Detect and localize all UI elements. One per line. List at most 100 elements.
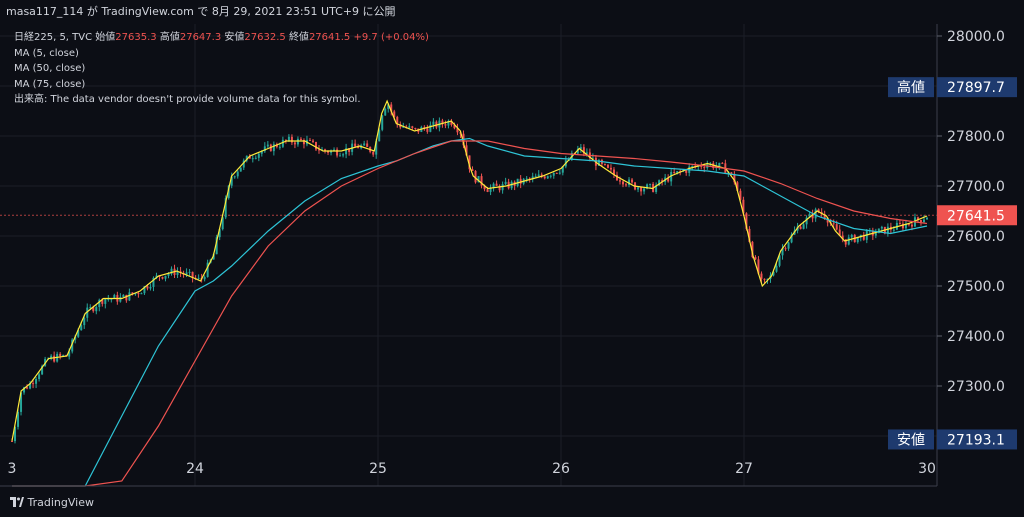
x-tick-label: 3 bbox=[8, 461, 17, 477]
candle-body bbox=[703, 167, 706, 169]
candle-body bbox=[444, 124, 447, 126]
candle-body bbox=[119, 297, 122, 302]
candle-body bbox=[799, 226, 802, 229]
open-value: 27635.3 bbox=[115, 32, 157, 43]
candle-body bbox=[492, 183, 495, 188]
candle-body bbox=[649, 183, 652, 185]
candle-body bbox=[802, 224, 805, 229]
y-tick-label: 27600.0 bbox=[947, 229, 1005, 245]
candle-body bbox=[104, 299, 107, 304]
x-tick-label: 26 bbox=[552, 461, 570, 477]
candle-body bbox=[643, 188, 646, 192]
candle-body bbox=[257, 153, 260, 158]
candle-body bbox=[293, 142, 296, 145]
candle-body bbox=[504, 181, 507, 185]
candle-body bbox=[609, 167, 612, 170]
candle-body bbox=[254, 157, 257, 159]
candle-body bbox=[922, 219, 925, 223]
last-price-badge: 27641.5 bbox=[937, 205, 1017, 226]
candle-body bbox=[501, 184, 504, 191]
candle-body bbox=[290, 136, 293, 143]
candle-body bbox=[137, 293, 140, 295]
candle-body bbox=[381, 115, 384, 130]
candle-body bbox=[558, 172, 561, 174]
close-label: 終値 bbox=[288, 32, 309, 43]
high-label: 高値 bbox=[159, 32, 180, 43]
symbol-label[interactable]: 日経225, 5, TVC bbox=[14, 32, 92, 43]
candle-body bbox=[721, 162, 724, 164]
candle-body bbox=[408, 126, 411, 128]
y-tick-label: 27700.0 bbox=[947, 179, 1005, 195]
candle-body bbox=[754, 257, 757, 260]
open-label: 始値 bbox=[95, 32, 116, 43]
candle-body bbox=[35, 379, 38, 384]
candle-body bbox=[537, 174, 540, 177]
candle-body bbox=[251, 158, 254, 160]
candle-body bbox=[53, 355, 56, 362]
candle-body bbox=[140, 293, 143, 295]
candle-body bbox=[89, 307, 92, 309]
tradingview-logo-icon bbox=[10, 497, 24, 507]
candle-body bbox=[161, 276, 164, 279]
chart-legend: 日経225, 5, TVC 始値27635.3 高値27647.3 安値2763… bbox=[14, 30, 429, 108]
candle-body bbox=[787, 242, 790, 249]
tradingview-footer[interactable]: TradingView bbox=[10, 494, 94, 512]
candle-body bbox=[606, 164, 609, 168]
candle-body bbox=[763, 278, 766, 280]
x-tick-label: 25 bbox=[369, 461, 387, 477]
candle-body bbox=[850, 234, 853, 238]
candle-body bbox=[342, 154, 345, 156]
candle-body bbox=[299, 138, 302, 141]
candle-body bbox=[366, 143, 369, 147]
candle-body bbox=[555, 172, 558, 174]
candle-body bbox=[880, 226, 883, 229]
candle-body bbox=[38, 374, 41, 380]
candle-body bbox=[926, 217, 928, 220]
y-tick-label: 27500.0 bbox=[947, 279, 1005, 295]
candle-body bbox=[149, 286, 152, 289]
candle-body bbox=[546, 176, 549, 179]
candle-body bbox=[95, 306, 98, 312]
candle-body bbox=[718, 162, 721, 167]
candle-body bbox=[637, 187, 640, 190]
candle-body bbox=[432, 121, 435, 125]
candle-body bbox=[625, 184, 628, 186]
candle-body bbox=[549, 175, 552, 177]
candle-body bbox=[311, 140, 314, 142]
y-tick-label: 27300.0 bbox=[947, 379, 1005, 395]
candle-body bbox=[847, 237, 850, 245]
candle-body bbox=[874, 233, 877, 236]
candle-body bbox=[239, 167, 242, 172]
x-tick-label: 24 bbox=[186, 461, 204, 477]
candle-body bbox=[603, 163, 606, 165]
candle-body bbox=[618, 180, 621, 182]
candle-body bbox=[363, 143, 366, 146]
candle-body bbox=[760, 273, 763, 279]
candle-body bbox=[673, 171, 676, 174]
candle-body bbox=[784, 248, 787, 250]
candle-body bbox=[411, 126, 414, 129]
candle-body bbox=[272, 144, 275, 152]
candle-body bbox=[83, 317, 86, 326]
candle-body bbox=[543, 176, 546, 179]
legend-ma5[interactable]: MA (5, close) bbox=[14, 46, 429, 62]
x-tick-label: 27 bbox=[735, 461, 753, 477]
legend-ma75[interactable]: MA (75, close) bbox=[14, 77, 429, 93]
candle-body bbox=[892, 229, 895, 231]
candle-body bbox=[11, 441, 13, 442]
symbol-ohlc-row[interactable]: 日経225, 5, TVC 始値27635.3 高値27647.3 安値2763… bbox=[14, 30, 429, 46]
candle-body bbox=[188, 271, 191, 273]
low-badge-label: 安値 bbox=[897, 432, 925, 448]
candle-body bbox=[278, 146, 281, 148]
candle-body bbox=[233, 176, 236, 178]
legend-ma50[interactable]: MA (50, close) bbox=[14, 61, 429, 77]
candle-body bbox=[910, 224, 913, 227]
candle-body bbox=[287, 136, 290, 141]
high-badge-value: 27897.7 bbox=[947, 80, 1005, 96]
high-badge-label: 高値 bbox=[897, 79, 925, 96]
candle-body bbox=[685, 170, 688, 173]
candle-body bbox=[898, 222, 901, 224]
candle-body bbox=[775, 265, 778, 272]
candle-body bbox=[814, 209, 817, 219]
candle-body bbox=[308, 139, 311, 141]
